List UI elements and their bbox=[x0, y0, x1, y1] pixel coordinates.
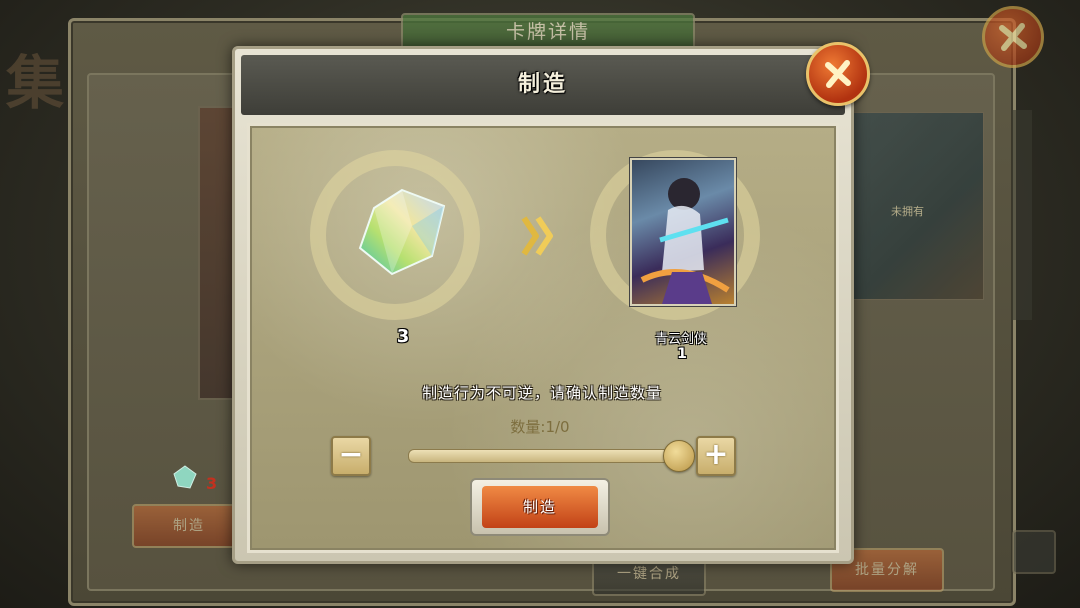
irreversible-warning: 制造行为不可逆，请确认制造数量 bbox=[421, 384, 662, 402]
quantity-label: 数量:1/0 bbox=[510, 418, 570, 436]
dialog-title: 制造 bbox=[517, 72, 568, 97]
result-card-name: 青云剑侠 bbox=[654, 332, 707, 347]
crystal-icon bbox=[358, 188, 446, 276]
double-chevron-right-icon bbox=[521, 216, 553, 256]
parent-scrollbar bbox=[1012, 110, 1032, 320]
make-button-frame: 制造 bbox=[470, 478, 610, 536]
background-side-glyph: 集 bbox=[6, 49, 65, 117]
parent-crystal-icon bbox=[173, 465, 197, 489]
parent-unowned-card: 未拥有 bbox=[850, 112, 984, 300]
make-button[interactable]: 制造 bbox=[482, 486, 598, 528]
parent-close-icon[interactable] bbox=[982, 6, 1044, 68]
decrease-quantity-button[interactable]: − bbox=[331, 436, 371, 476]
material-count: 3 bbox=[396, 326, 410, 347]
quantity-slider-handle[interactable] bbox=[663, 440, 695, 472]
parent-side-button[interactable] bbox=[1012, 530, 1056, 574]
quantity-slider[interactable] bbox=[408, 449, 680, 463]
dialog-header: 制造 bbox=[241, 55, 845, 115]
increase-quantity-button[interactable]: + bbox=[696, 436, 736, 476]
result-card-count: 1 bbox=[677, 346, 687, 362]
parent-crystal-count: 3 bbox=[206, 474, 218, 493]
parent-make-button[interactable]: 制造 bbox=[132, 504, 246, 548]
result-card-image[interactable] bbox=[630, 158, 736, 306]
close-icon[interactable] bbox=[806, 42, 870, 106]
unowned-label: 未拥有 bbox=[891, 205, 924, 218]
